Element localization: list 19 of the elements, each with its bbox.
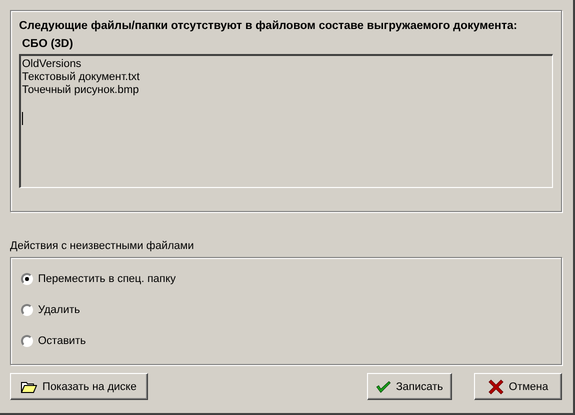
files-list[interactable]: OldVersions Текстовый документ.txt Точечный рисунок.bmp [19,54,553,188]
actions-label: Действия с неизвестными файлами [10,240,195,254]
dialog-button[interactable]: Записать [367,373,452,400]
file-item: Текстовый документ.txt [22,71,141,84]
cross-icon [488,378,504,394]
dialog-button[interactable]: Отмена [474,373,562,400]
radio-option[interactable]: Оставить [21,334,551,348]
radio-icon[interactable] [21,304,33,316]
folder-icon [21,380,38,392]
dialog-button[interactable]: Показать на диске [10,373,148,400]
text-cursor [22,112,23,125]
file-item: Точечный рисунок.bmp [22,84,140,97]
message-text: Следующие файлы/папки отсутствуют в файловом составе выгружаемого документа: [19,20,518,34]
document-name: СБО (3D) [22,38,74,52]
radio-icon[interactable] [21,273,33,285]
radio-option[interactable]: Удалить [21,303,551,317]
file-item: OldVersions [22,58,82,71]
radio-icon[interactable] [21,335,33,347]
radio-option[interactable]: Переместить в спец. папку [21,272,551,286]
